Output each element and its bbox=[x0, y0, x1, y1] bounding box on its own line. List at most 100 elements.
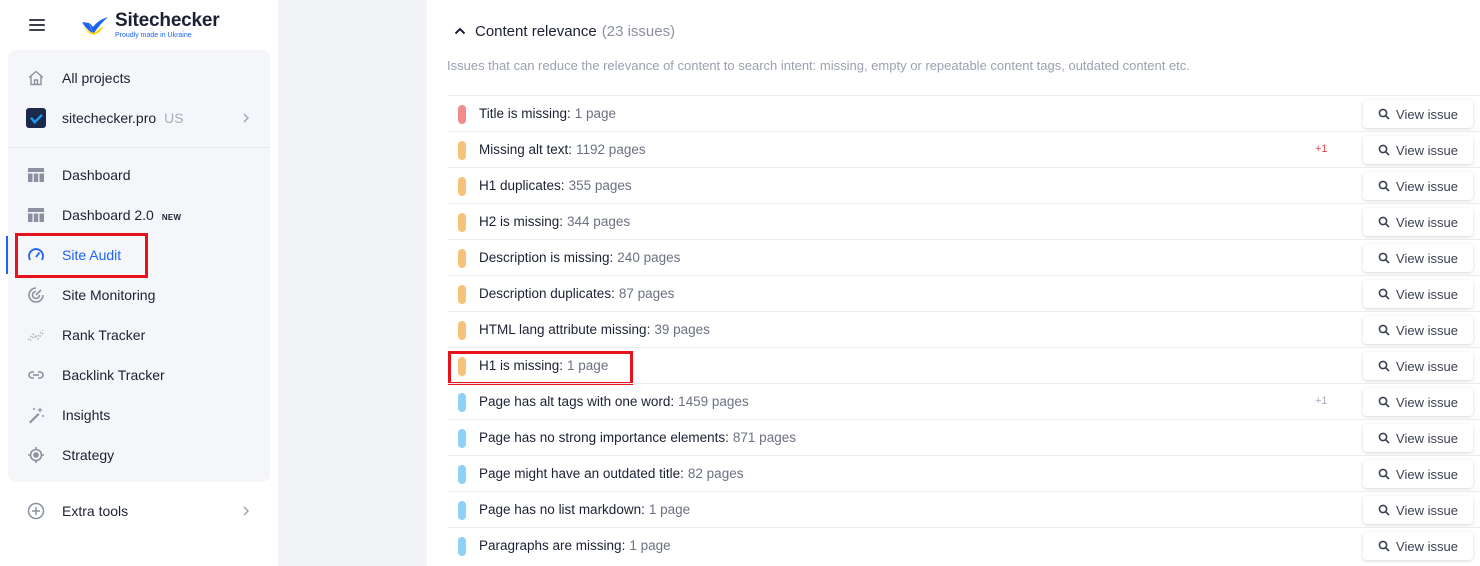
view-issue-label: View issue bbox=[1396, 178, 1458, 194]
view-issue-label: View issue bbox=[1396, 538, 1458, 554]
view-issue-button[interactable]: View issue bbox=[1363, 316, 1473, 344]
search-icon bbox=[1378, 144, 1396, 156]
search-icon bbox=[1378, 432, 1396, 444]
radar-icon bbox=[26, 285, 46, 305]
view-issue-button[interactable]: View issue bbox=[1363, 244, 1473, 272]
issue-row: Paragraphs are missing: 1 page View issue bbox=[447, 527, 1480, 563]
issue-name: Paragraphs are missing: bbox=[479, 538, 626, 553]
severity-indicator bbox=[458, 393, 466, 412]
plus-circle-icon bbox=[26, 501, 46, 521]
sidebar-item-label: Dashboard bbox=[62, 167, 131, 183]
issue-row: Page has alt tags with one word: 1459 pag… bbox=[447, 383, 1480, 419]
issue-pages: 355 pages bbox=[568, 178, 632, 193]
project-country: US bbox=[164, 110, 184, 126]
severity-indicator bbox=[458, 105, 466, 124]
issue-name: Description is missing: bbox=[479, 250, 614, 265]
view-issue-button[interactable]: View issue bbox=[1363, 172, 1473, 200]
view-issue-button[interactable]: View issue bbox=[1363, 532, 1473, 560]
project-favicon-icon bbox=[26, 108, 46, 128]
sidebar-item-all-projects[interactable]: All projects bbox=[8, 58, 270, 98]
view-issue-button[interactable]: View issue bbox=[1363, 424, 1473, 452]
sidebar-item-label: Extra tools bbox=[62, 503, 129, 519]
issue-pages: 1 page bbox=[574, 106, 617, 121]
view-issue-label: View issue bbox=[1396, 250, 1458, 266]
issue-row: Title is missing: 1 page View issue bbox=[447, 95, 1480, 131]
sidebar-item-backlink-tracker[interactable]: Backlink Tracker bbox=[8, 355, 270, 395]
issue-row: Page has no list markdown: 1 page View iss… bbox=[447, 491, 1480, 527]
search-icon bbox=[1378, 252, 1396, 264]
view-issue-label: View issue bbox=[1396, 106, 1458, 122]
chevron-right-icon bbox=[240, 504, 252, 518]
view-issue-button[interactable]: View issue bbox=[1363, 388, 1473, 416]
view-issue-button[interactable]: View issue bbox=[1363, 100, 1473, 128]
gauge-icon bbox=[26, 245, 46, 265]
issue-row: HTML lang attribute missing: 39 pages View… bbox=[447, 311, 1480, 347]
dashboard-icon bbox=[26, 205, 46, 225]
view-issue-button[interactable]: View issue bbox=[1363, 352, 1473, 380]
issue-row: Page has no strong importance elements: 8… bbox=[447, 419, 1480, 455]
sidebar-item-dashboard[interactable]: Dashboard bbox=[8, 155, 270, 195]
issue-pages: 1459 pages bbox=[678, 394, 749, 409]
sidebar-item-strategy[interactable]: Strategy bbox=[8, 435, 270, 475]
issue-pages: 1 page bbox=[629, 538, 671, 553]
sidebar-item-extra-tools[interactable]: Extra tools bbox=[8, 491, 270, 531]
issue-pages: 1 page bbox=[648, 502, 691, 517]
search-icon bbox=[1378, 540, 1396, 552]
section-toggle[interactable]: Content relevance (23 issues) bbox=[453, 21, 675, 41]
divider bbox=[8, 147, 270, 148]
search-icon bbox=[1378, 288, 1396, 300]
view-issue-button[interactable]: View issue bbox=[1363, 208, 1473, 236]
view-issue-button[interactable]: View issue bbox=[1363, 460, 1473, 488]
view-issue-button[interactable]: View issue bbox=[1363, 496, 1473, 524]
issue-pages: 87 pages bbox=[618, 286, 675, 301]
view-issue-button[interactable]: View issue bbox=[1363, 136, 1473, 164]
view-issue-label: View issue bbox=[1396, 322, 1458, 338]
issue-pages: 39 pages bbox=[654, 322, 710, 337]
magic-wand-icon bbox=[26, 405, 46, 425]
sidebar-item-label: Dashboard 2.0 bbox=[62, 207, 154, 223]
search-icon bbox=[1378, 324, 1396, 336]
chevron-up-icon bbox=[454, 27, 466, 35]
menu-icon[interactable] bbox=[29, 19, 45, 31]
sidebar-item-label: Backlink Tracker bbox=[62, 367, 165, 383]
severity-indicator bbox=[458, 357, 466, 376]
issue-row: H1 duplicates: 355 pages View issue bbox=[447, 167, 1480, 203]
logo-name: Sitechecker bbox=[115, 9, 220, 31]
severity-indicator bbox=[458, 249, 466, 268]
issue-name: HTML lang attribute missing: bbox=[479, 322, 651, 337]
sidebar-item-site-audit[interactable]: Site Audit bbox=[8, 235, 270, 275]
issue-pages: 240 pages bbox=[617, 250, 681, 265]
severity-indicator bbox=[458, 213, 466, 232]
sidebar-item-dashboard-2[interactable]: Dashboard 2.0 NEW bbox=[8, 195, 270, 235]
severity-indicator bbox=[458, 141, 466, 160]
issue-name: Missing alt text: bbox=[479, 142, 573, 157]
new-badge: NEW bbox=[161, 213, 182, 222]
new-count-badge: +1 bbox=[1315, 395, 1328, 407]
issue-name: Description duplicates: bbox=[479, 286, 615, 301]
chevron-right-icon bbox=[240, 111, 252, 125]
sidebar-panel: All projects sitechecker.pro US Dashboard bbox=[8, 50, 270, 482]
sidebar-item-site-monitoring[interactable]: Site Monitoring bbox=[8, 275, 270, 315]
logo[interactable]: Sitechecker Proudly made in Ukraine bbox=[80, 9, 220, 40]
view-issue-label: View issue bbox=[1396, 214, 1458, 230]
search-icon bbox=[1378, 180, 1396, 192]
view-issue-button[interactable]: View issue bbox=[1363, 280, 1473, 308]
issue-row: H1 is missing: 1 page View issue bbox=[447, 347, 1480, 385]
search-icon bbox=[1378, 360, 1396, 372]
home-icon bbox=[26, 68, 46, 88]
issue-row: Page might have an outdated title: 82 pag… bbox=[447, 455, 1480, 491]
sidebar-item-label: Site Monitoring bbox=[62, 287, 156, 303]
severity-indicator bbox=[458, 321, 466, 340]
issues-list: Title is missing: 1 page View issue Missing… bbox=[447, 95, 1480, 563]
sidebar-item-rank-tracker[interactable]: Rank Tracker bbox=[8, 315, 270, 355]
view-issue-label: View issue bbox=[1396, 394, 1458, 410]
logo-icon bbox=[82, 17, 108, 35]
view-issue-label: View issue bbox=[1396, 466, 1458, 482]
search-icon bbox=[1378, 504, 1396, 516]
trend-icon bbox=[26, 325, 46, 345]
sidebar-item-label: Site Audit bbox=[62, 247, 122, 263]
sidebar-item-insights[interactable]: Insights bbox=[8, 395, 270, 435]
issue-row: Description duplicates: 87 pages View issu… bbox=[447, 275, 1480, 311]
project-selector[interactable]: sitechecker.pro US bbox=[8, 98, 270, 138]
issue-pages: 344 pages bbox=[567, 214, 631, 229]
